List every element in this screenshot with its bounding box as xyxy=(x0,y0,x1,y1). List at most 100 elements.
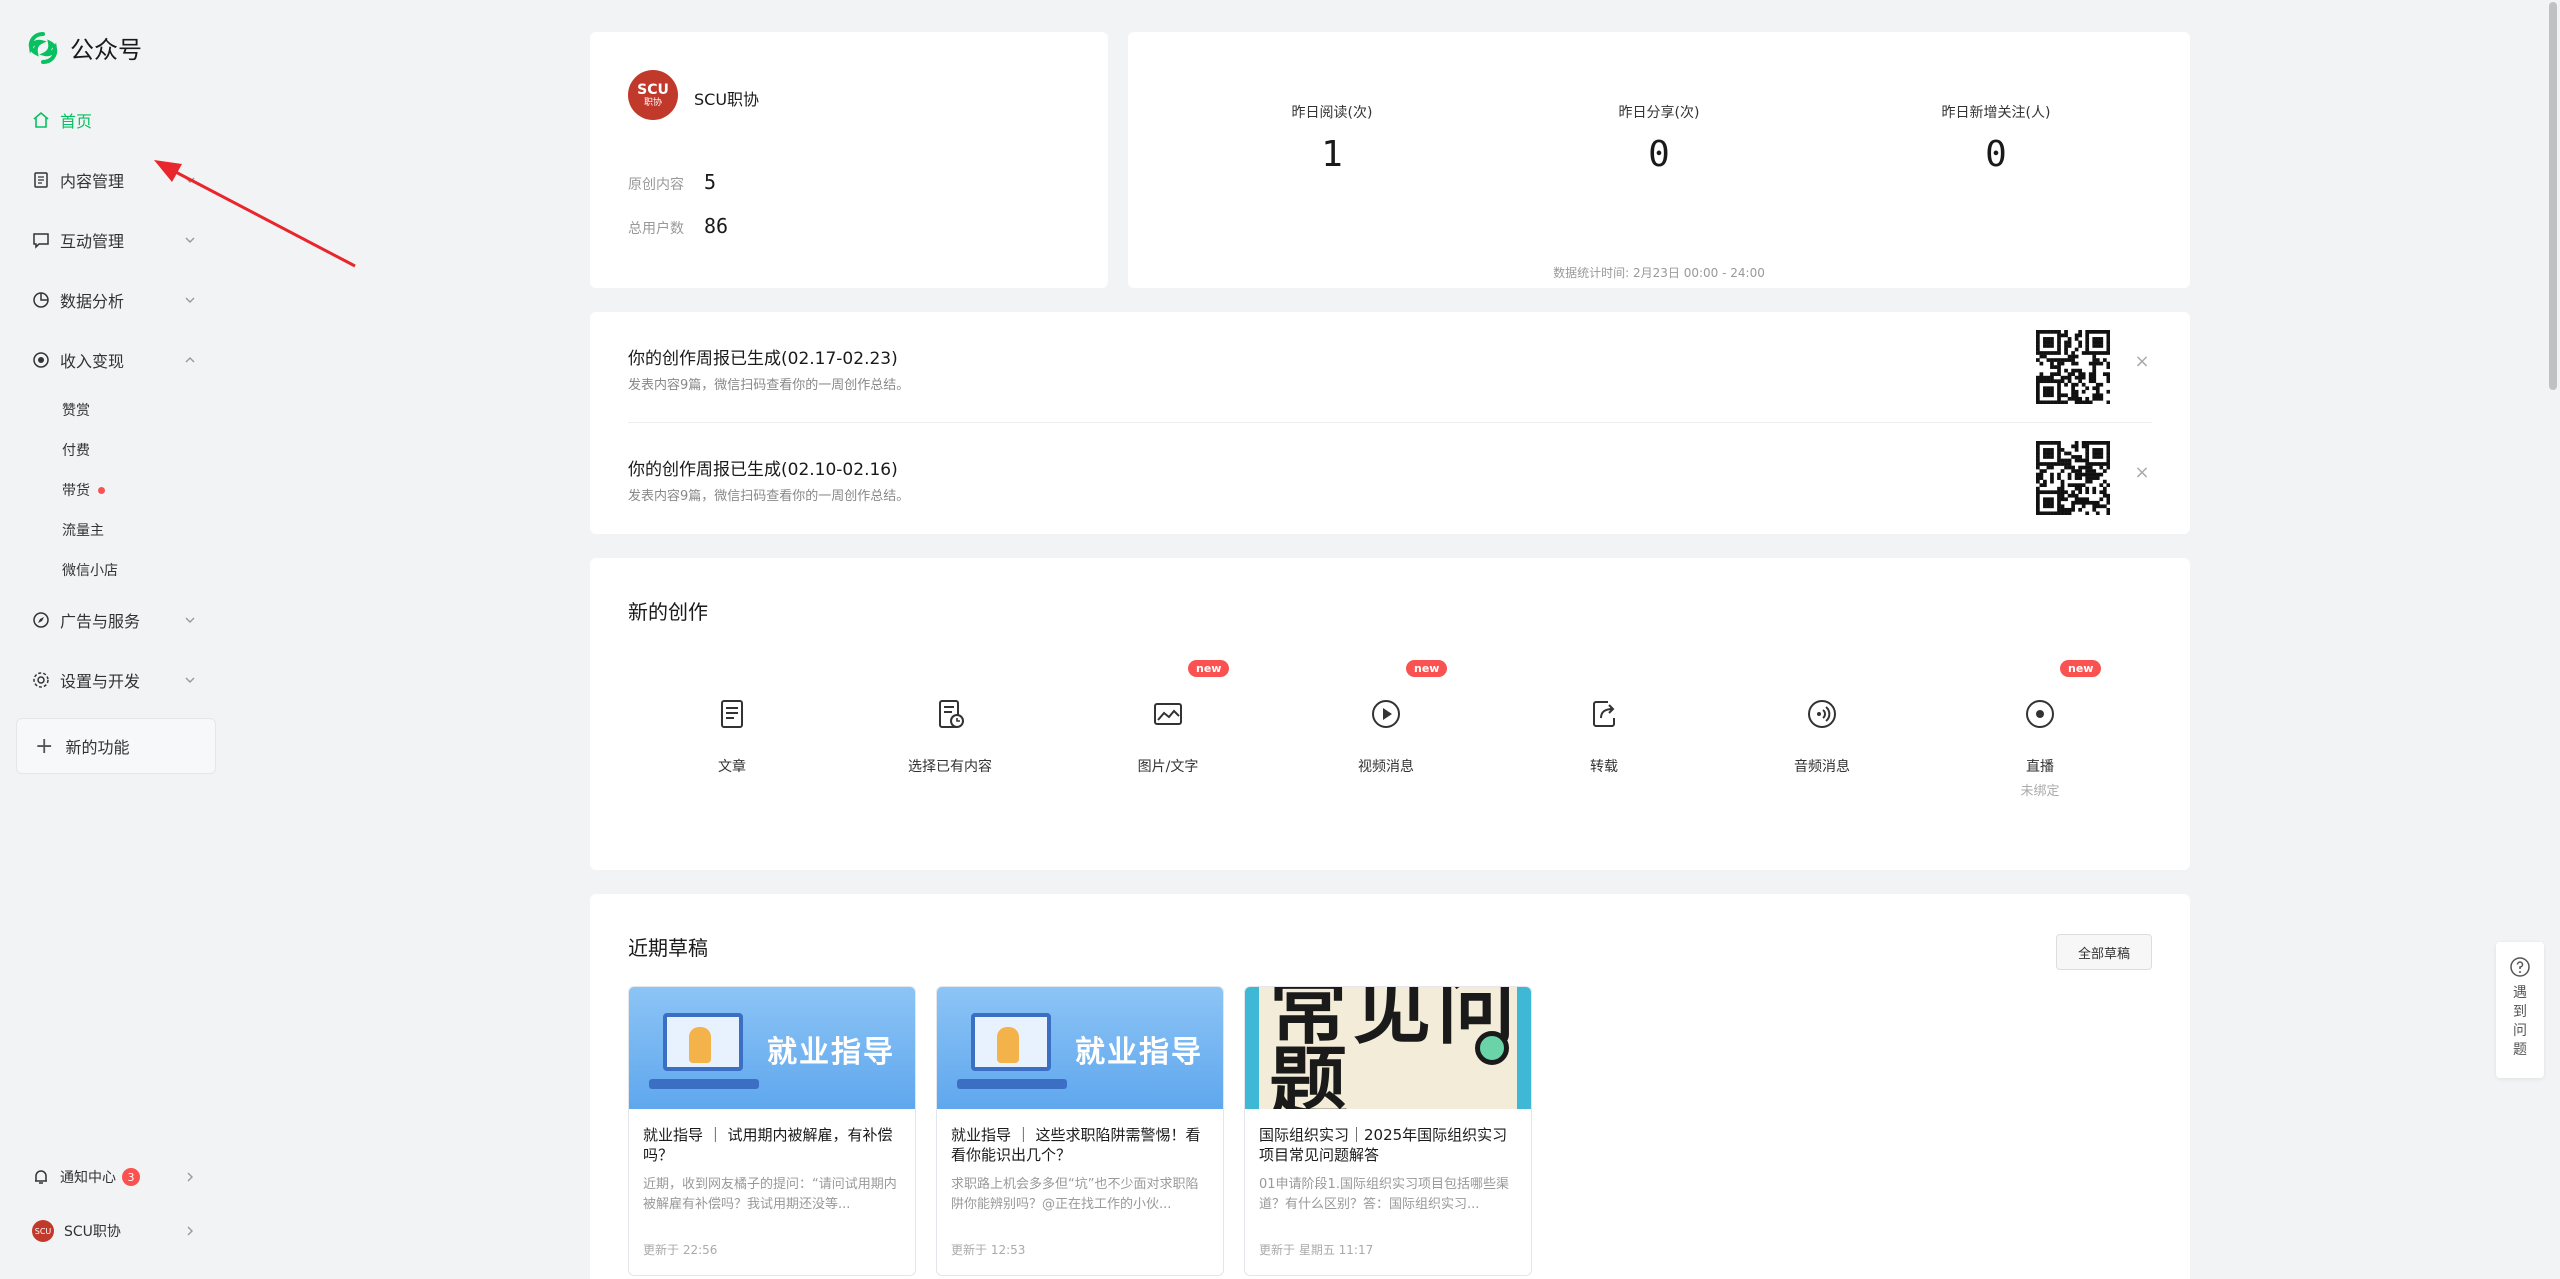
revenue-submenu: 赞赏 付费 带货 流量主 微信小店 xyxy=(16,390,216,590)
create-label: 直播 xyxy=(2026,759,2054,775)
create-select-existing-button[interactable]: 选择已有内容 xyxy=(860,658,1040,858)
nav-item-home[interactable]: 首页 xyxy=(16,90,216,150)
brand[interactable]: 公众号 xyxy=(26,30,142,65)
chevron-down-icon xyxy=(185,237,195,243)
stat-reads[interactable]: 昨日阅读(次) 1 xyxy=(1212,102,1452,175)
avatar: SCU xyxy=(32,1220,54,1242)
gear-icon xyxy=(32,671,50,689)
new-features-button[interactable]: + 新的功能 xyxy=(16,718,216,774)
nav-item-settings[interactable]: 设置与开发 xyxy=(16,650,216,710)
draft-card[interactable]: 常见问题 国际组织实习｜2025年国际组织实习项目常见问题解答 01申请阶段1.… xyxy=(1244,986,1532,1276)
creation-options: 文章 选择已有内容 new 图片/文字 new 视频消息 转载 音频消息 new… xyxy=(628,658,2152,858)
submenu-item-paid[interactable]: 付费 xyxy=(62,430,216,470)
stat-shares[interactable]: 昨日分享(次) 0 xyxy=(1539,102,1779,175)
nav-item-content[interactable]: 内容管理 xyxy=(16,150,216,210)
audio-icon xyxy=(1808,700,1836,728)
account-name: SCU职协 xyxy=(64,1224,121,1240)
nav-label: 数据分析 xyxy=(60,292,125,311)
account-name: SCU职协 xyxy=(694,90,760,109)
create-image-text-button[interactable]: new 图片/文字 xyxy=(1078,658,1258,858)
draft-updated-time: 更新于 22:56 xyxy=(643,1243,718,1257)
draft-title: 国际组织实习｜2025年国际组织实习项目常见问题解答 xyxy=(1259,1126,1508,1165)
submenu-item-commerce[interactable]: 带货 xyxy=(62,470,216,510)
sidebar: 公众号 首页 内容管理 互动管理 数据分析 收入变现 赞赏 付费 带货 流量主 … xyxy=(0,0,230,1279)
draft-excerpt: 01申请阶段1.国际组织实习项目包括哪些渠道？有什么区别？答：国际组织实习... xyxy=(1259,1177,1509,1212)
close-icon[interactable]: × xyxy=(2132,463,2152,483)
nav-item-revenue[interactable]: 收入变现 xyxy=(16,330,216,390)
report-desc: 发表内容9篇，微信扫码查看你的一周创作总结。 xyxy=(628,378,910,393)
nav-label: 广告与服务 xyxy=(60,612,141,631)
stat-new-followers[interactable]: 昨日新增关注(人) 0 xyxy=(1876,102,2116,175)
desk-illustration xyxy=(957,1079,1067,1089)
help-button[interactable]: 遇到问题 xyxy=(2496,942,2544,1078)
create-label: 图片/文字 xyxy=(1137,759,1199,775)
account-menu[interactable]: SCU SCU职协 xyxy=(16,1204,216,1258)
nav-label: 首页 xyxy=(60,112,93,131)
report-item: 你的创作周报已生成(02.10-02.16) 发表内容9篇，微信扫码查看你的一周… xyxy=(628,422,2152,532)
live-icon xyxy=(2026,700,2054,728)
cover-edge xyxy=(1517,987,1531,1109)
chevron-down-icon xyxy=(185,617,195,623)
close-icon[interactable]: × xyxy=(2132,352,2152,372)
chevron-down-icon xyxy=(185,297,195,303)
plus-icon: + xyxy=(35,733,54,759)
account-avatar[interactable]: SCU 职协 xyxy=(628,70,678,120)
cover-text: 就业指导 xyxy=(767,1035,895,1070)
document-clock-icon xyxy=(939,700,964,728)
submenu-item-wechat-store[interactable]: 微信小店 xyxy=(62,550,216,590)
compass-icon xyxy=(32,611,50,629)
stat-value: 0 xyxy=(1985,134,2007,175)
chevron-down-icon xyxy=(185,677,195,683)
share-icon xyxy=(1593,701,1615,727)
notification-center[interactable]: 通知中心 3 xyxy=(16,1150,216,1204)
nav-label: 收入变现 xyxy=(60,352,125,371)
draft-excerpt: 求职路上机会多多但“坑”也不少面对求职陷阱你能辨别吗？@正在找工作的小伙... xyxy=(951,1177,1199,1212)
stat-label: 昨日新增关注(人) xyxy=(1941,105,2051,121)
stat-label: 昨日分享(次) xyxy=(1618,105,1700,121)
wechat-official-logo-icon xyxy=(28,31,58,64)
chevron-right-icon xyxy=(187,1226,193,1236)
recent-drafts-card: 近期草稿 全部草稿 就业指导 就业指导 ｜ 试用期内被解雇，有补偿吗？ 近期，收… xyxy=(590,894,2190,1279)
create-audio-button[interactable]: 音频消息 xyxy=(1732,658,1912,858)
nav-item-ads[interactable]: 广告与服务 xyxy=(16,590,216,650)
person-illustration xyxy=(689,1027,711,1063)
nav-item-interact[interactable]: 互动管理 xyxy=(16,210,216,270)
report-item: 你的创作周报已生成(02.17-02.23) 发表内容9篇，微信扫码查看你的一周… xyxy=(628,312,2152,422)
draft-cover-image: 就业指导 xyxy=(937,987,1223,1109)
create-article-button[interactable]: 文章 xyxy=(642,658,822,858)
stat-value: 0 xyxy=(1648,134,1670,175)
create-label: 视频消息 xyxy=(1358,759,1414,775)
stats-card: 昨日阅读(次) 1 昨日分享(次) 0 昨日新增关注(人) 0 数据统计时间: … xyxy=(1128,32,2190,288)
report-desc: 发表内容9篇，微信扫码查看你的一周创作总结。 xyxy=(628,489,910,504)
scrollbar[interactable] xyxy=(2546,0,2560,1279)
submenu-item-appreciation[interactable]: 赞赏 xyxy=(62,390,216,430)
draft-updated-time: 更新于 12:53 xyxy=(951,1243,1026,1257)
submenu-item-traffic-owner[interactable]: 流量主 xyxy=(62,510,216,550)
report-title: 你的创作周报已生成(02.17-02.23) xyxy=(628,349,898,369)
create-repost-button[interactable]: 转载 xyxy=(1514,658,1694,858)
nav-label: 设置与开发 xyxy=(60,672,141,691)
create-video-button[interactable]: new 视频消息 xyxy=(1296,658,1476,858)
create-live-button[interactable]: new 直播 未绑定 xyxy=(1950,658,2130,858)
draft-card[interactable]: 就业指导 就业指导 ｜ 试用期内被解雇，有补偿吗？ 近期，收到网友橘子的提问：“… xyxy=(628,986,916,1276)
chevron-up-icon xyxy=(185,357,195,363)
nav-item-analytics[interactable]: 数据分析 xyxy=(16,270,216,330)
pie-chart-icon xyxy=(32,291,50,309)
draft-title: 就业指导 ｜ 这些求职陷阱需警惕！看看你能识出几个？ xyxy=(951,1126,1201,1165)
qr-code-icon xyxy=(2036,441,2110,515)
all-drafts-button[interactable]: 全部草稿 xyxy=(2056,934,2152,970)
draft-card[interactable]: 就业指导 就业指导 ｜ 这些求职陷阱需警惕！看看你能识出几个？ 求职路上机会多多… xyxy=(936,986,1224,1276)
notification-label: 通知中心 xyxy=(60,1170,116,1186)
scrollbar-thumb[interactable] xyxy=(2549,2,2557,390)
stat-label: 原创内容 xyxy=(628,177,684,193)
stat-label: 昨日阅读(次) xyxy=(1291,105,1373,121)
comment-icon xyxy=(32,231,50,249)
section-title: 近期草稿 xyxy=(628,936,708,960)
create-label: 选择已有内容 xyxy=(908,759,992,775)
draft-title: 就业指导 ｜ 试用期内被解雇，有补偿吗？ xyxy=(643,1126,893,1165)
new-creation-card: 新的创作 文章 选择已有内容 new 图片/文字 new 视频消息 转载 音频消… xyxy=(590,558,2190,870)
stat-value: 1 xyxy=(1321,134,1343,175)
desk-illustration xyxy=(649,1079,759,1089)
cover-edge xyxy=(1245,987,1259,1109)
person-illustration xyxy=(997,1027,1019,1063)
